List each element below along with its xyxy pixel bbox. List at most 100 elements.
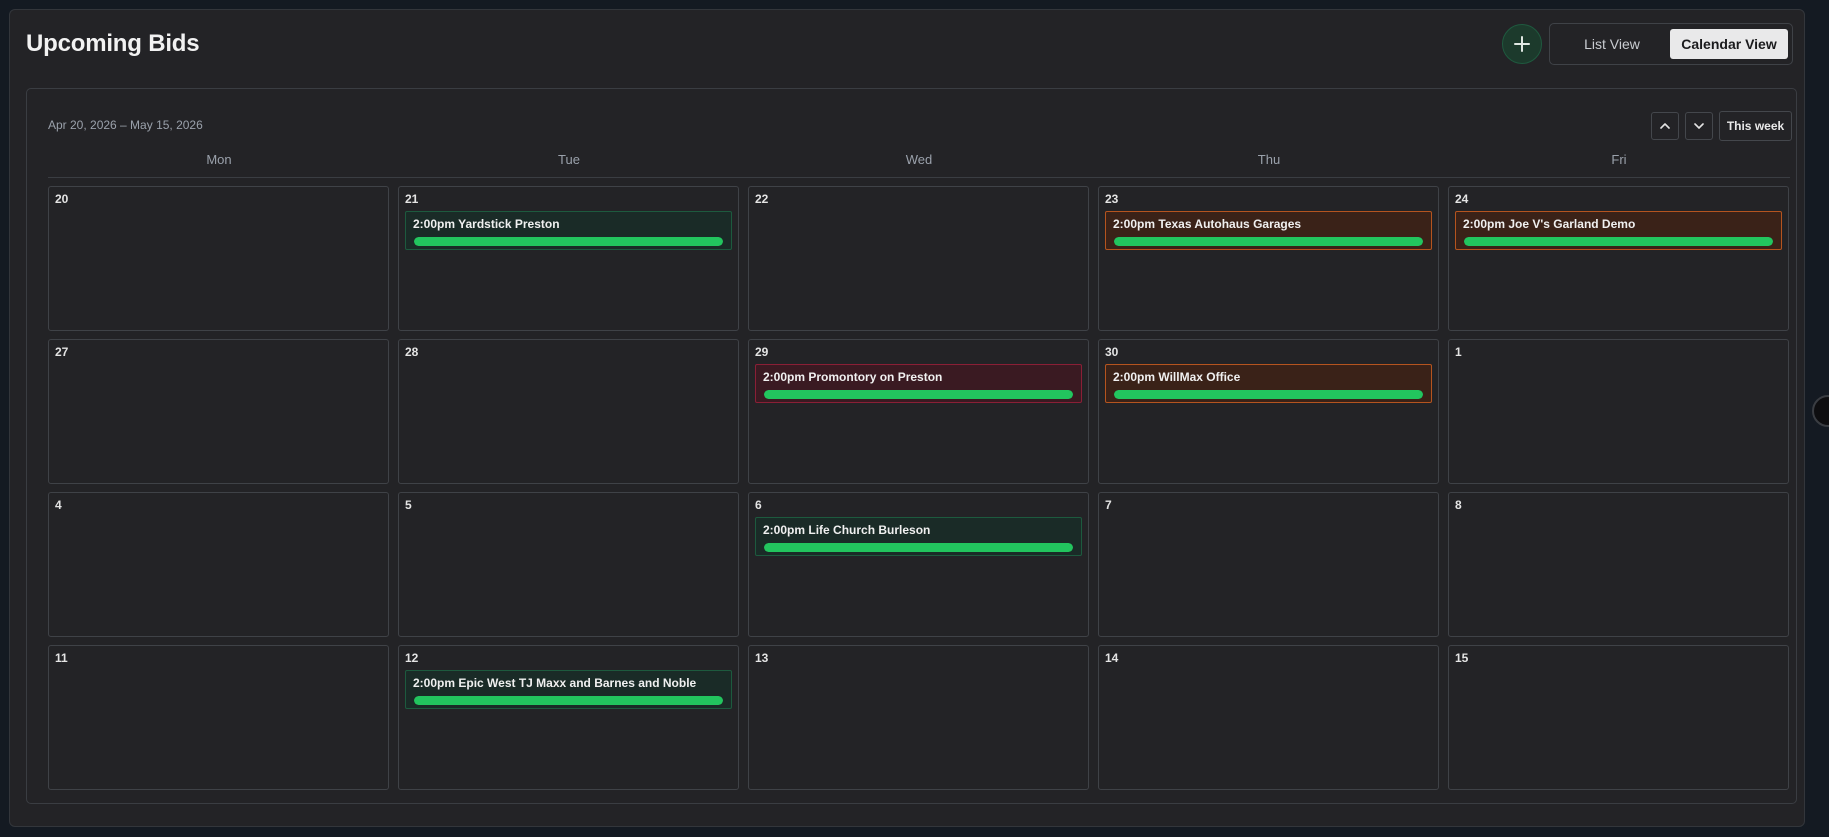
day-number: 30 [1105,345,1119,359]
day-cell[interactable]: 13 [748,645,1089,790]
bid-progress-fill [414,237,723,246]
bid-event[interactable]: 2:00pm Epic West TJ Maxx and Barnes and … [405,670,732,709]
weekday-label: Tue [558,152,580,167]
bid-event-name: Life Church Burleson [808,523,931,537]
bid-event-title: 2:00pm Yardstick Preston [413,217,560,231]
day-cell[interactable]: 24 2:00pm Joe V's Garland Demo [1448,186,1789,331]
plus-icon [1514,36,1530,52]
day-number: 8 [1455,498,1462,512]
day-cell[interactable]: 28 [398,339,739,484]
floating-widget-button[interactable] [1812,395,1829,427]
day-cell[interactable]: 8 [1448,492,1789,637]
day-number: 12 [405,651,419,665]
bid-event[interactable]: 2:00pm WillMax Office [1105,364,1432,403]
bid-progress-bar [414,237,723,246]
day-number: 7 [1105,498,1112,512]
day-number: 20 [55,192,69,206]
view-toggle: List View Calendar View [1549,23,1793,65]
calendar-view-button[interactable]: Calendar View [1670,29,1788,59]
weekday-label: Wed [905,152,933,167]
day-cell[interactable]: 7 [1098,492,1439,637]
bid-event[interactable]: 2:00pm Texas Autohaus Garages [1105,211,1432,250]
page-title: Upcoming Bids [26,30,200,57]
bid-progress-bar [1114,237,1423,246]
day-number: 22 [755,192,769,206]
list-view-button[interactable]: List View [1553,29,1671,59]
day-cell[interactable]: 15 [1448,645,1789,790]
day-number: 21 [405,192,419,206]
chevron-down-icon [1694,123,1704,129]
day-number: 11 [55,651,68,665]
day-cell[interactable]: 23 2:00pm Texas Autohaus Garages [1098,186,1439,331]
chevron-up-icon [1660,123,1670,129]
day-number: 4 [55,498,62,512]
bid-event-time: 2:00pm [1113,370,1156,384]
day-cell[interactable]: 21 2:00pm Yardstick Preston [398,186,739,331]
bid-event-time: 2:00pm [1113,217,1156,231]
bid-event[interactable]: 2:00pm Joe V's Garland Demo [1455,211,1782,250]
bid-progress-fill [1114,237,1423,246]
previous-week-button[interactable] [1651,112,1679,140]
day-number: 1 [1455,345,1462,359]
bid-progress-bar [414,696,723,705]
day-cell[interactable]: 27 [48,339,389,484]
day-number: 5 [405,498,412,512]
bid-event-title: 2:00pm Life Church Burleson [763,523,930,537]
bid-progress-fill [1114,390,1423,399]
day-cell[interactable]: 11 [48,645,389,790]
bid-event-time: 2:00pm [413,217,456,231]
day-number: 29 [755,345,769,359]
bid-progress-fill [414,696,723,705]
bid-event-title: 2:00pm Texas Autohaus Garages [1113,217,1301,231]
day-cell[interactable]: 29 2:00pm Promontory on Preston [748,339,1089,484]
day-number: 28 [405,345,419,359]
bid-event-name: Promontory on Preston [808,370,943,384]
bid-progress-bar [764,543,1073,552]
day-cell[interactable]: 1 [1448,339,1789,484]
weekday-label: Mon [206,152,232,167]
day-cell[interactable]: 14 [1098,645,1439,790]
bid-event-title: 2:00pm Joe V's Garland Demo [1463,217,1635,231]
day-cell[interactable]: 5 [398,492,739,637]
day-cell[interactable]: 4 [48,492,389,637]
date-range-label: Apr 20, 2026 – May 15, 2026 [48,118,203,132]
day-number: 23 [1105,192,1119,206]
weekday-label: Fri [1611,152,1627,167]
day-number: 27 [55,345,69,359]
bid-progress-fill [764,390,1073,399]
bid-event-time: 2:00pm [1463,217,1506,231]
bid-event-name: Texas Autohaus Garages [1158,217,1302,231]
bid-event[interactable]: 2:00pm Promontory on Preston [755,364,1082,403]
day-cell[interactable]: 30 2:00pm WillMax Office [1098,339,1439,484]
day-cell[interactable]: 22 [748,186,1089,331]
bid-progress-bar [1464,237,1773,246]
weekday-label: Thu [1257,152,1281,167]
this-week-button[interactable]: This week [1719,111,1792,141]
day-number: 24 [1455,192,1469,206]
bid-event-name: Epic West TJ Maxx and Barnes and Noble [458,676,697,690]
next-week-button[interactable] [1685,112,1713,140]
day-number: 14 [1105,651,1119,665]
bid-event-time: 2:00pm [763,523,806,537]
bid-event-name: Joe V's Garland Demo [1508,217,1636,231]
day-cell[interactable]: 6 2:00pm Life Church Burleson [748,492,1089,637]
add-bid-button[interactable] [1502,24,1542,64]
day-number: 15 [1455,651,1469,665]
bid-event-title: 2:00pm Epic West TJ Maxx and Barnes and … [413,676,696,690]
bid-progress-bar [764,390,1073,399]
day-number: 13 [755,651,769,665]
bid-progress-fill [1464,237,1773,246]
bid-progress-fill [764,543,1073,552]
bid-event-name: WillMax Office [1158,370,1241,384]
bid-event-title: 2:00pm Promontory on Preston [763,370,942,384]
bid-event[interactable]: 2:00pm Yardstick Preston [405,211,732,250]
bid-event-time: 2:00pm [763,370,806,384]
weekday-header: Mon Tue Wed Thu Fri [48,152,1790,178]
bid-event[interactable]: 2:00pm Life Church Burleson [755,517,1082,556]
day-cell[interactable]: 20 [48,186,389,331]
bid-event-title: 2:00pm WillMax Office [1113,370,1240,384]
day-cell[interactable]: 12 2:00pm Epic West TJ Maxx and Barnes an… [398,645,739,790]
bid-event-time: 2:00pm [413,676,456,690]
day-number: 6 [755,498,762,512]
bid-event-name: Yardstick Preston [458,217,560,231]
